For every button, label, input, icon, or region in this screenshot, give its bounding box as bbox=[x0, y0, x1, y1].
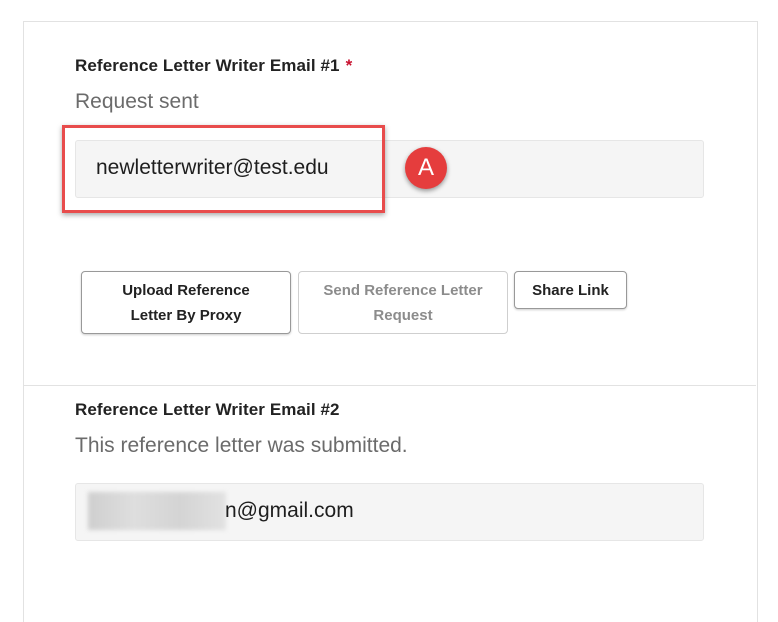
ref1-label-text: Reference Letter Writer Email #1 bbox=[75, 56, 340, 75]
ref2-email-value: n@gmail.com bbox=[225, 499, 354, 522]
ref1-label: Reference Letter Writer Email #1 * bbox=[75, 56, 352, 76]
upload-by-proxy-button[interactable]: Upload Reference Letter By Proxy bbox=[81, 271, 291, 334]
upload-by-proxy-label: Upload Reference Letter By Proxy bbox=[122, 281, 250, 324]
share-link-button[interactable]: Share Link bbox=[514, 271, 627, 309]
ref1-status: Request sent bbox=[75, 90, 199, 113]
annotation-highlight-box bbox=[62, 125, 385, 213]
ref2-email-field[interactable]: n@gmail.com bbox=[75, 483, 704, 541]
share-link-label: Share Link bbox=[532, 281, 609, 299]
send-request-label: Send Reference Letter Request bbox=[323, 281, 483, 324]
ref2-label: Reference Letter Writer Email #2 bbox=[75, 400, 340, 419]
redacted-blur bbox=[88, 492, 226, 530]
annotation-marker: A bbox=[405, 147, 447, 189]
required-asterisk: * bbox=[345, 56, 353, 75]
send-request-button[interactable]: Send Reference Letter Request bbox=[298, 271, 508, 334]
ref2-status: This reference letter was submitted. bbox=[75, 434, 408, 457]
section-divider bbox=[24, 385, 756, 386]
